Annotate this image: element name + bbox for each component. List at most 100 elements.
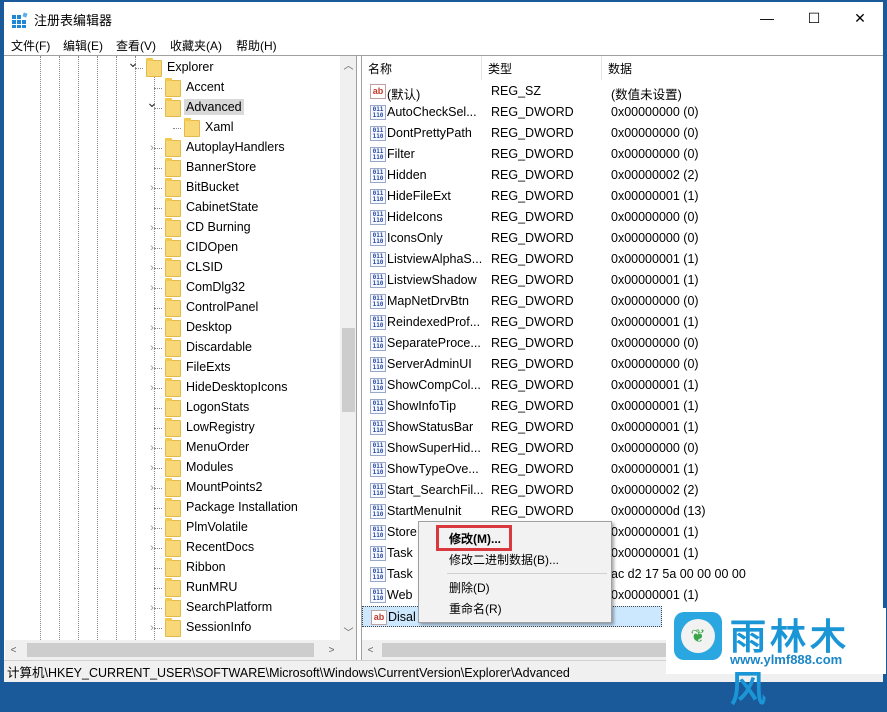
tree-item[interactable]: › CD Burning bbox=[5, 218, 340, 238]
tree-vscroll-thumb[interactable] bbox=[342, 328, 355, 412]
scroll-left-arrow-icon[interactable]: < bbox=[5, 640, 22, 660]
list-row[interactable]: 011 110 ReindexedProf... REG_DWORD 0x0000000… bbox=[362, 312, 883, 333]
tree-item[interactable]: CabinetState bbox=[5, 198, 340, 218]
tree-item-label[interactable]: Advanced bbox=[184, 99, 244, 115]
tree-item[interactable]: › HideDesktopIcons bbox=[5, 378, 340, 398]
tree-item-label[interactable]: RecentDocs bbox=[184, 539, 256, 555]
tree-item[interactable]: › CIDOpen bbox=[5, 238, 340, 258]
tree-item-label[interactable]: Package Installation bbox=[184, 499, 300, 515]
tree-item-label[interactable]: MountPoints2 bbox=[184, 479, 264, 495]
chevron-down-icon[interactable]: ⌄ bbox=[146, 92, 158, 112]
list-row[interactable]: 011 110 ShowStatusBar REG_DWORD 0x00000001 (… bbox=[362, 417, 883, 438]
list-row[interactable]: 011 110 Filter REG_DWORD 0x00000000 (0) bbox=[362, 144, 883, 165]
list-row[interactable]: 011 110 ShowCompCol... REG_DWORD 0x00000001 … bbox=[362, 375, 883, 396]
tree-vertical-scrollbar[interactable]: ︿ ﹀ bbox=[340, 56, 356, 640]
scroll-up-arrow-icon[interactable]: ︿ bbox=[340, 56, 356, 73]
context-menu-rename[interactable]: 重命名(R) bbox=[449, 600, 502, 617]
column-header-type[interactable]: 类型 bbox=[482, 56, 602, 80]
list-row[interactable]: 011 110 DontPrettyPath REG_DWORD 0x00000000 … bbox=[362, 123, 883, 144]
column-header-name[interactable]: 名称 bbox=[362, 56, 482, 80]
tree-item[interactable]: › BitBucket bbox=[5, 178, 340, 198]
tree-item-label[interactable]: BitBucket bbox=[184, 179, 241, 195]
close-button[interactable]: ✕ bbox=[837, 2, 883, 34]
tree-item-label[interactable]: BannerStore bbox=[184, 159, 258, 175]
tree-item[interactable]: Ribbon bbox=[5, 558, 340, 578]
list-row[interactable]: 011 110 IconsOnly REG_DWORD 0x00000000 (0) bbox=[362, 228, 883, 249]
list-row[interactable]: 011 110 ShowSuperHid... REG_DWORD 0x00000000… bbox=[362, 438, 883, 459]
list-row[interactable]: ab (默认) REG_SZ (数值未设置) bbox=[362, 81, 883, 102]
scroll-left-arrow-icon[interactable]: < bbox=[362, 640, 379, 660]
tree-item-label[interactable]: Explorer bbox=[165, 59, 216, 75]
tree-horizontal-scrollbar[interactable]: < > bbox=[5, 640, 356, 660]
tree-item[interactable]: › SearchPlatform bbox=[5, 598, 340, 618]
scroll-right-arrow-icon[interactable]: > bbox=[323, 640, 340, 660]
list-row[interactable]: 011 110 ListviewAlphaS... REG_DWORD 0x000000… bbox=[362, 249, 883, 270]
tree-item[interactable]: › Discardable bbox=[5, 338, 340, 358]
tree-item-label[interactable]: SearchPlatform bbox=[184, 599, 274, 615]
tree-item-label[interactable]: RunMRU bbox=[184, 579, 239, 595]
list-row[interactable]: 011 110 AutoCheckSel... REG_DWORD 0x00000000… bbox=[362, 102, 883, 123]
registry-tree[interactable]: ⌄ Explorer Accent ⌄ Advanced Xaml › AutoplayHan… bbox=[5, 56, 357, 660]
tree-item[interactable]: › MenuOrder bbox=[5, 438, 340, 458]
tree-hscroll-thumb[interactable] bbox=[27, 643, 314, 657]
tree-item-label[interactable]: Modules bbox=[184, 459, 235, 475]
tree-item-label[interactable]: FileExts bbox=[184, 359, 232, 375]
list-row[interactable]: 011 110 ShowInfoTip REG_DWORD 0x00000001 (1) bbox=[362, 396, 883, 417]
tree-item[interactable]: LogonStats bbox=[5, 398, 340, 418]
list-row[interactable]: 011 110 StartMenuInit REG_DWORD 0x0000000d (… bbox=[362, 501, 883, 522]
list-row[interactable]: 011 110 HideIcons REG_DWORD 0x00000000 (0) bbox=[362, 207, 883, 228]
tree-item-label[interactable]: HideDesktopIcons bbox=[184, 379, 289, 395]
tree-item-label[interactable]: LogonStats bbox=[184, 399, 251, 415]
tree-item[interactable]: › FileExts bbox=[5, 358, 340, 378]
tree-item-label[interactable]: Discardable bbox=[184, 339, 254, 355]
menu-help[interactable]: 帮助(H) bbox=[236, 37, 277, 54]
list-row[interactable]: 011 110 ListviewShadow REG_DWORD 0x00000001 … bbox=[362, 270, 883, 291]
list-row[interactable]: 011 110 MapNetDrvBtn REG_DWORD 0x00000000 (0… bbox=[362, 291, 883, 312]
tree-item[interactable]: Accent bbox=[5, 78, 340, 98]
tree-item-label[interactable]: CD Burning bbox=[184, 219, 253, 235]
list-row[interactable]: 011 110 Start_SearchFil... REG_DWORD 0x00000… bbox=[362, 480, 883, 501]
list-row[interactable]: 011 110 HideFileExt REG_DWORD 0x00000001 (1) bbox=[362, 186, 883, 207]
tree-item[interactable]: ⌄ Explorer bbox=[5, 56, 340, 78]
menu-view[interactable]: 查看(V) bbox=[116, 37, 156, 54]
column-header-data[interactable]: 数据 bbox=[602, 56, 802, 80]
tree-item[interactable]: ⌄ Advanced bbox=[5, 94, 340, 118]
context-menu-delete[interactable]: 删除(D) bbox=[449, 579, 490, 596]
tree-item[interactable]: LowRegistry bbox=[5, 418, 340, 438]
chevron-down-icon[interactable]: ⌄ bbox=[127, 56, 139, 72]
tree-item-label[interactable]: LowRegistry bbox=[184, 419, 257, 435]
menu-favorites[interactable]: 收藏夹(A) bbox=[170, 37, 222, 54]
context-menu-modify[interactable]: 修改(M)... bbox=[449, 530, 501, 547]
context-menu-modify-binary[interactable]: 修改二进制数据(B)... bbox=[449, 551, 559, 568]
tree-item-label[interactable]: ComDlg32 bbox=[184, 279, 247, 295]
maximize-button[interactable]: ☐ bbox=[791, 2, 837, 34]
tree-item[interactable]: › RecentDocs bbox=[5, 538, 340, 558]
tree-item-label[interactable]: CabinetState bbox=[184, 199, 260, 215]
tree-item-label[interactable]: PlmVolatile bbox=[184, 519, 250, 535]
tree-item[interactable]: Xaml bbox=[5, 118, 340, 138]
tree-item-label[interactable]: CIDOpen bbox=[184, 239, 240, 255]
tree-item[interactable]: › SessionInfo bbox=[5, 618, 340, 638]
list-row[interactable]: 011 110 ServerAdminUI REG_DWORD 0x00000000 (… bbox=[362, 354, 883, 375]
tree-item[interactable]: RunMRU bbox=[5, 578, 340, 598]
tree-item-label[interactable]: Accent bbox=[184, 79, 226, 95]
tree-item-label[interactable]: ControlPanel bbox=[184, 299, 260, 315]
tree-item[interactable]: BannerStore bbox=[5, 158, 340, 178]
tree-item[interactable]: › AutoplayHandlers bbox=[5, 138, 340, 158]
tree-item[interactable]: Package Installation bbox=[5, 498, 340, 518]
tree-item[interactable]: › Modules bbox=[5, 458, 340, 478]
scroll-down-arrow-icon[interactable]: ﹀ bbox=[340, 623, 356, 640]
list-row[interactable]: 011 110 SeparateProce... REG_DWORD 0x0000000… bbox=[362, 333, 883, 354]
tree-item-label[interactable]: Ribbon bbox=[184, 559, 228, 575]
tree-item-label[interactable]: AutoplayHandlers bbox=[184, 139, 287, 155]
list-row[interactable]: 011 110 ShowTypeOve... REG_DWORD 0x00000001 … bbox=[362, 459, 883, 480]
tree-item[interactable]: ControlPanel bbox=[5, 298, 340, 318]
tree-item-label[interactable]: CLSID bbox=[184, 259, 225, 275]
tree-item[interactable]: › ComDlg32 bbox=[5, 278, 340, 298]
tree-item-label[interactable]: SessionInfo bbox=[184, 619, 253, 635]
menu-file[interactable]: 文件(F) bbox=[11, 37, 50, 54]
tree-item[interactable]: › PlmVolatile bbox=[5, 518, 340, 538]
tree-item-label[interactable]: MenuOrder bbox=[184, 439, 251, 455]
tree-item[interactable]: › CLSID bbox=[5, 258, 340, 278]
menu-edit[interactable]: 编辑(E) bbox=[63, 37, 103, 54]
